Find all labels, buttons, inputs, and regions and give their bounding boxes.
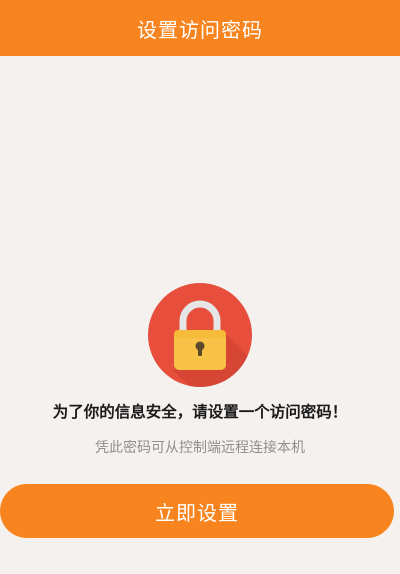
page-title: 设置访问密码 xyxy=(137,17,263,42)
padlock-icon xyxy=(148,283,252,387)
app-header: 设置访问密码 xyxy=(0,0,400,56)
set-now-button-label: 立即设置 xyxy=(155,500,239,525)
remote-connect-hint: 凭此密码可从控制端远程连接本机 xyxy=(95,440,305,456)
set-now-button[interactable]: 立即设置 xyxy=(0,484,394,538)
security-notice: 为了你的信息安全，请设置一个访问密码！ xyxy=(52,403,348,421)
